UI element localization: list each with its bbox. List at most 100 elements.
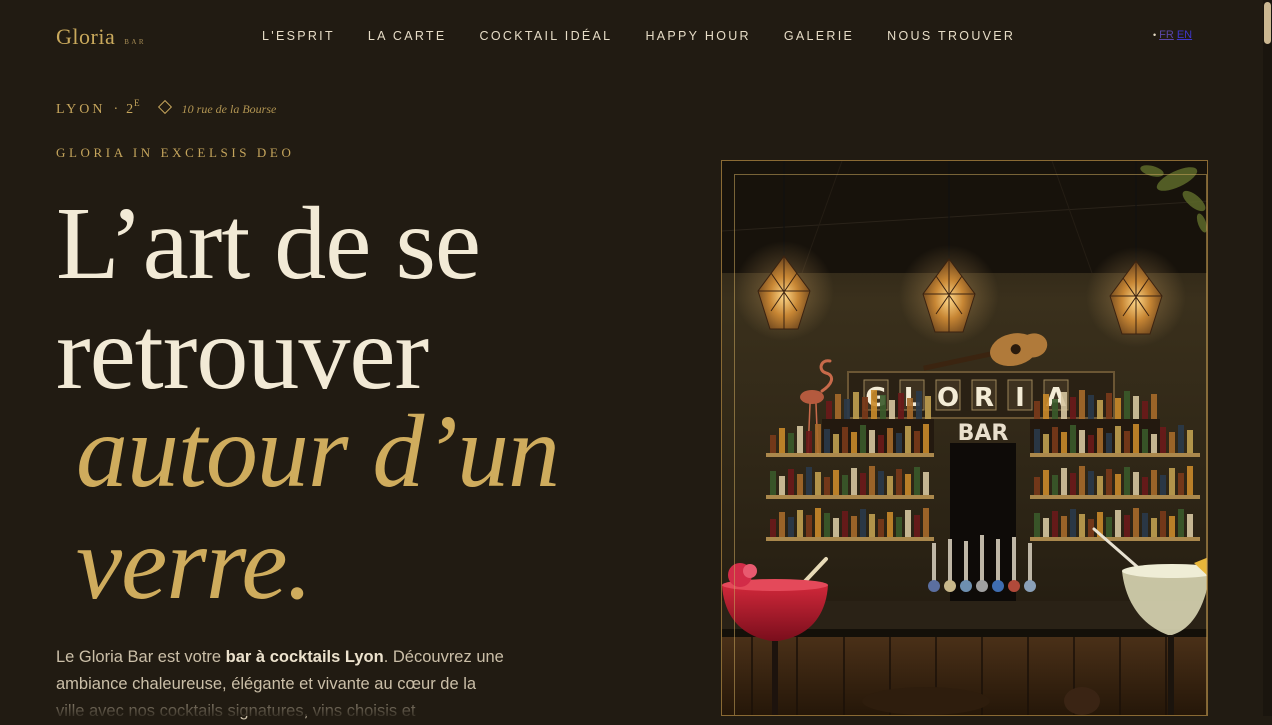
bottle <box>806 515 812 537</box>
bar-illustration: GLORIA BAR <box>722 161 1207 715</box>
bottle <box>923 508 929 537</box>
bottle <box>1178 509 1184 537</box>
nav-item-carte[interactable]: LA CARTE <box>368 29 447 43</box>
bottle <box>1124 515 1130 537</box>
bottle <box>1061 392 1067 419</box>
bottle <box>779 428 785 453</box>
bottle <box>1043 470 1049 495</box>
sign-letter: R <box>974 383 994 413</box>
bottle <box>862 397 868 419</box>
bottle <box>905 426 911 453</box>
bottle <box>1070 397 1076 419</box>
bottle <box>1052 399 1058 419</box>
brand-name: Gloria <box>56 24 116 49</box>
bottle <box>1115 474 1121 495</box>
bottle <box>824 477 830 495</box>
headline-line-2: retrouver <box>56 296 429 411</box>
bottle <box>1115 426 1121 453</box>
bottle <box>905 474 911 495</box>
bottle <box>1187 466 1193 495</box>
bottle <box>842 475 848 495</box>
bottle <box>871 390 877 419</box>
bottle <box>905 510 911 537</box>
bottle <box>826 401 832 419</box>
bottle <box>1106 393 1112 419</box>
nav-item-esprit[interactable]: L'ESPRIT <box>262 29 335 43</box>
bottle <box>878 519 884 537</box>
location-line: LYON · 2 E 10 rue de la Bourse <box>56 98 277 118</box>
language-switcher: • FR EN <box>1153 29 1192 41</box>
nav-item-happy-hour[interactable]: HAPPY HOUR <box>645 29 750 43</box>
bottle <box>1124 431 1130 453</box>
location-address: 10 rue de la Bourse <box>181 102 277 116</box>
bottle <box>1070 509 1076 537</box>
bottle <box>1079 514 1085 537</box>
bottle <box>1106 469 1112 495</box>
bottle <box>1115 398 1121 419</box>
bottle <box>1142 429 1148 453</box>
bottle <box>779 512 785 537</box>
location-separator: · <box>113 102 119 117</box>
bottle <box>1151 434 1157 453</box>
bottle <box>797 426 803 453</box>
bottle <box>1178 425 1184 453</box>
bottle <box>1151 518 1157 537</box>
bottle <box>1187 430 1193 453</box>
bottle <box>1034 429 1040 453</box>
bottle <box>1124 391 1130 419</box>
bottle <box>916 391 922 419</box>
bottle <box>788 517 794 537</box>
bottle <box>1079 466 1085 495</box>
bottle <box>925 396 931 419</box>
bottle <box>1124 467 1130 495</box>
location-arrondissement-suffix: E <box>134 98 141 108</box>
bottle <box>779 476 785 495</box>
bottle <box>842 511 848 537</box>
bottle <box>1088 395 1094 419</box>
bottle <box>1052 427 1058 453</box>
scrollbar-thumb[interactable] <box>1264 2 1271 44</box>
nav-item-nous-trouver[interactable]: NOUS TROUVER <box>887 29 1015 43</box>
brand-logo[interactable]: Gloria BAR <box>56 24 146 50</box>
bottle <box>923 424 929 453</box>
bottle <box>1106 433 1112 453</box>
sign-letter: O <box>937 383 959 413</box>
bottle <box>1043 434 1049 453</box>
location-arrondissement: 2 <box>126 102 134 117</box>
page-scrollbar[interactable] <box>1263 0 1272 716</box>
bottle <box>898 393 904 419</box>
bottle <box>1070 473 1076 495</box>
lang-fr-link[interactable]: FR <box>1159 29 1174 41</box>
bottle <box>1106 517 1112 537</box>
bottle <box>1034 401 1040 419</box>
bottle <box>1070 425 1076 453</box>
bottle <box>824 513 830 537</box>
bullet-icon: • <box>1153 30 1157 40</box>
bottle <box>896 433 902 453</box>
bottle <box>1169 516 1175 537</box>
bottle <box>914 515 920 537</box>
bottle <box>896 469 902 495</box>
bottle <box>1088 471 1094 495</box>
bottle <box>853 392 859 419</box>
bottle <box>1142 477 1148 495</box>
bottle <box>896 517 902 537</box>
bottle <box>851 432 857 453</box>
bottle <box>923 472 929 495</box>
bottle <box>1079 430 1085 453</box>
bottle <box>889 400 895 419</box>
bottle <box>833 434 839 453</box>
bottle <box>887 428 893 453</box>
bottle <box>824 429 830 453</box>
bottle <box>1043 518 1049 537</box>
lang-en-link[interactable]: EN <box>1177 29 1192 41</box>
nav-item-cocktail-ideal[interactable]: COCKTAIL IDÉAL <box>480 29 613 43</box>
bottle <box>806 431 812 453</box>
bottle <box>914 467 920 495</box>
site-header: Gloria BAR L'ESPRIT LA CARTE COCKTAIL ID… <box>0 0 1262 72</box>
bottle <box>1043 394 1049 419</box>
bottle <box>1052 475 1058 495</box>
nav-item-galerie[interactable]: GALERIE <box>784 29 854 43</box>
bottle <box>1151 470 1157 495</box>
bottle <box>878 471 884 495</box>
